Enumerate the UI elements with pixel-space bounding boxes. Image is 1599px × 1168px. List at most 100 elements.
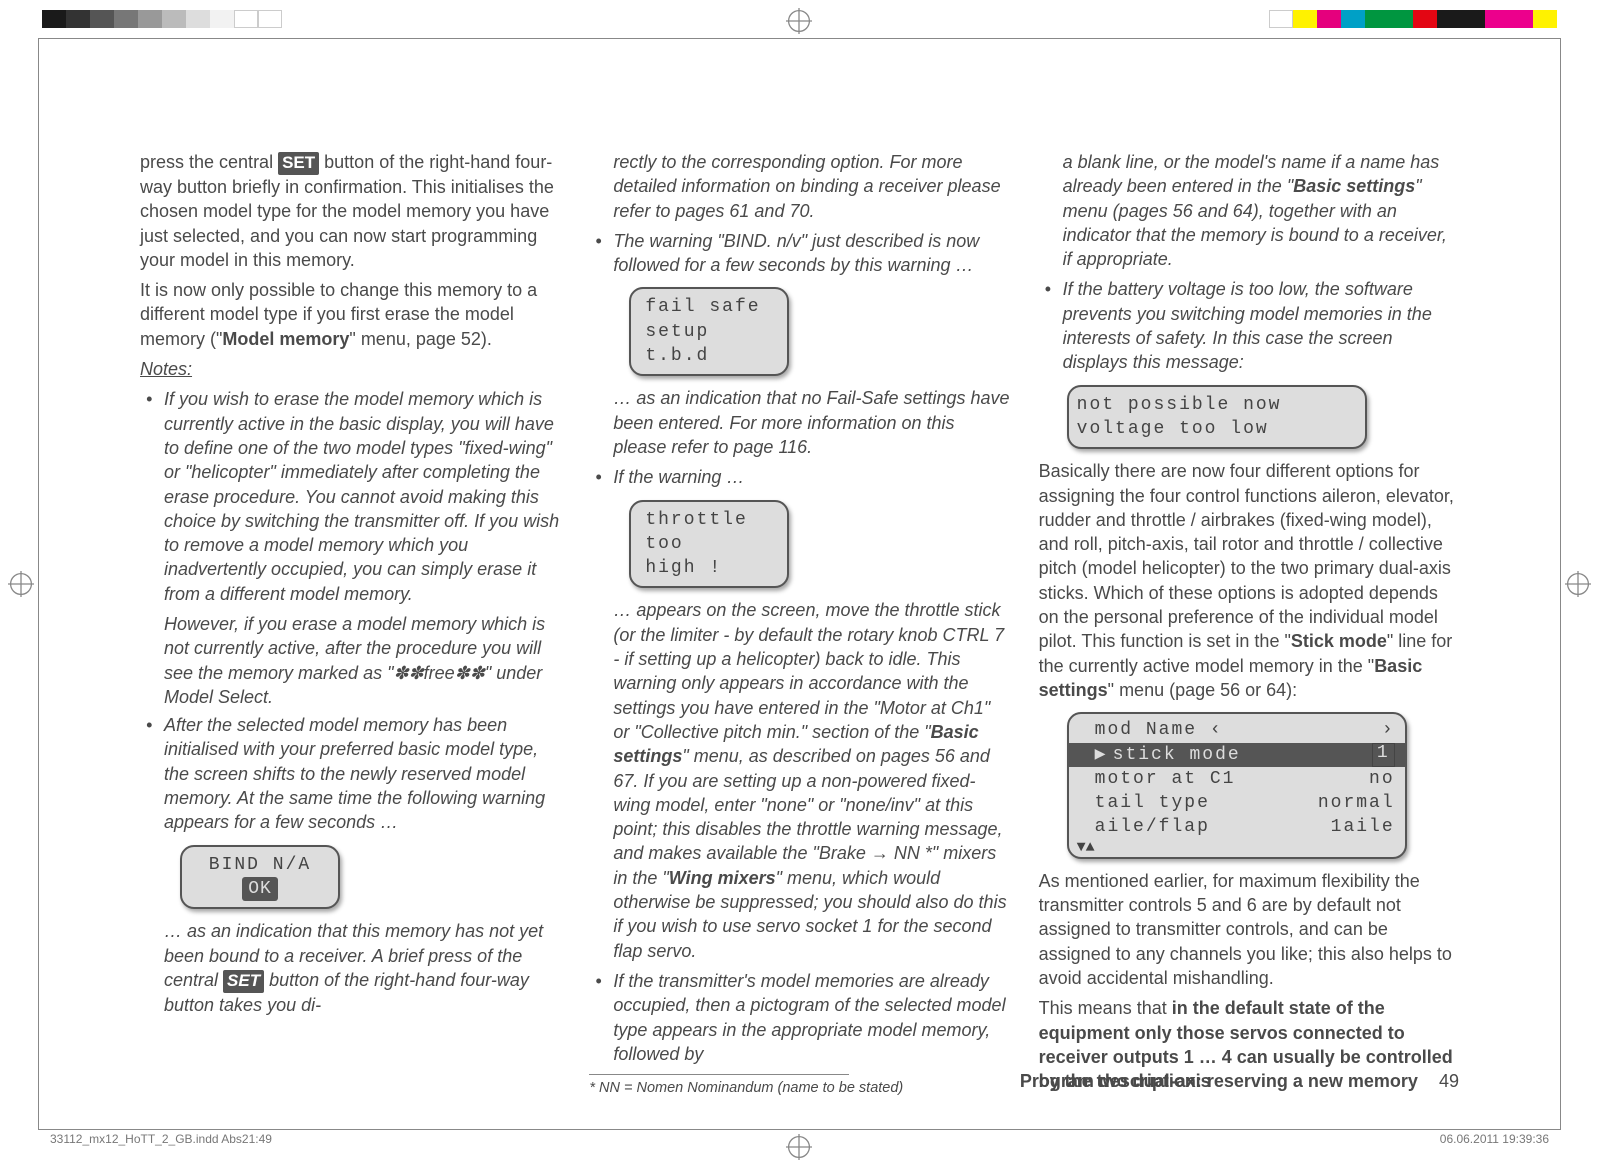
swatch bbox=[1341, 10, 1365, 28]
registration-mark-icon bbox=[1565, 571, 1591, 597]
notes-heading: Notes: bbox=[140, 357, 561, 381]
swatch bbox=[138, 10, 162, 28]
paragraph: As mentioned earlier, for maximum flexib… bbox=[1039, 869, 1460, 990]
page-content: press the central SET button of the righ… bbox=[140, 150, 1460, 1105]
swatch bbox=[234, 10, 258, 28]
paragraph: … as an indication that this memory has … bbox=[140, 919, 561, 1017]
lcd-value: normal bbox=[1318, 791, 1395, 815]
swatch bbox=[258, 10, 282, 28]
colorbar-right bbox=[1269, 10, 1557, 28]
swatch bbox=[1365, 10, 1389, 28]
lcd-basic-settings: mod Name ‹› ▶stick mode1 motor at C1no t… bbox=[1067, 712, 1407, 858]
registration-mark-icon bbox=[786, 1134, 812, 1160]
lcd-line: too bbox=[645, 532, 773, 556]
text: If you wish to erase the model memory wh… bbox=[164, 389, 559, 603]
arrow-right-icon: → bbox=[871, 843, 889, 863]
text: press the central bbox=[140, 152, 278, 172]
swatch bbox=[1293, 10, 1317, 28]
text: This means that bbox=[1039, 998, 1172, 1018]
column-3: a blank line, or the model's name if a n… bbox=[1039, 150, 1460, 1105]
column-1: press the central SET button of the righ… bbox=[140, 150, 561, 1105]
text-bold: Stick mode bbox=[1291, 631, 1387, 651]
swatch bbox=[66, 10, 90, 28]
column-2: rectly to the corresponding option. For … bbox=[589, 150, 1010, 1105]
lcd-value: 1 bbox=[1372, 743, 1395, 767]
swatch bbox=[42, 10, 66, 28]
lcd-value: › bbox=[1382, 718, 1395, 742]
lcd-row: tail type normal bbox=[1077, 791, 1395, 815]
paragraph: It is now only possible to change this m… bbox=[140, 278, 561, 351]
list-item: If the transmitter's model memories are … bbox=[589, 969, 1010, 1066]
lcd-value: 1aile bbox=[1331, 815, 1395, 839]
lcd-line: throttle bbox=[645, 508, 773, 532]
lcd-label: mod Name ‹ bbox=[1095, 720, 1223, 740]
bullet-list: If the warning … bbox=[589, 465, 1010, 489]
text: Basically there are now four different o… bbox=[1039, 461, 1454, 651]
footnote-rule bbox=[589, 1074, 849, 1075]
swatch bbox=[90, 10, 114, 28]
lcd-row: mod Name ‹ › bbox=[1077, 718, 1395, 742]
print-footer-right: 06.06.2011 19:39:36 bbox=[1440, 1132, 1549, 1146]
paragraph: a blank line, or the model's name if a n… bbox=[1039, 150, 1460, 271]
swatch bbox=[210, 10, 234, 28]
lcd-line: fail safe bbox=[645, 295, 773, 319]
bullet-list: If the transmitter's model memories are … bbox=[589, 969, 1010, 1066]
paragraph: rectly to the corresponding option. For … bbox=[589, 150, 1010, 223]
bullet-list: The warning "BIND. n/v" just described i… bbox=[589, 229, 1010, 278]
swatch bbox=[1317, 10, 1341, 28]
lcd-throttle-warning: throttle too high ! bbox=[629, 500, 789, 589]
lcd-ok-chip: OK bbox=[242, 877, 278, 901]
lcd-line: BIND N/A bbox=[196, 853, 324, 877]
notes-list: If you wish to erase the model memory wh… bbox=[140, 387, 561, 834]
registration-mark-icon bbox=[786, 8, 812, 34]
lcd-line: high ! bbox=[645, 556, 773, 580]
lcd-label: tail type bbox=[1095, 793, 1210, 813]
page-number: 49 bbox=[1439, 1071, 1459, 1091]
lcd-line: t.b.d bbox=[645, 344, 773, 368]
lcd-line: voltage too low bbox=[1077, 417, 1353, 441]
lcd-row: aile/flap 1aile bbox=[1077, 815, 1395, 839]
paragraph: press the central SET button of the righ… bbox=[140, 150, 561, 272]
list-item: If the battery voltage is too low, the s… bbox=[1039, 277, 1460, 374]
text: … appears on the screen, move the thrott… bbox=[613, 600, 1004, 741]
footer-title: Program description: reserving a new mem… bbox=[1020, 1071, 1418, 1091]
set-button-chip: SET bbox=[223, 970, 264, 993]
lcd-scroll-arrows-icon: ▼▲ bbox=[1077, 840, 1395, 855]
text-bold: Model memory bbox=[222, 329, 349, 349]
swatch bbox=[1509, 10, 1533, 28]
list-item: If the warning … bbox=[589, 465, 1010, 489]
lcd-label: motor at C1 bbox=[1095, 769, 1236, 789]
text: " menu, page 52). bbox=[349, 329, 491, 349]
colorbar-left bbox=[42, 10, 282, 28]
swatch bbox=[1437, 10, 1461, 28]
list-item: The warning "BIND. n/v" just described i… bbox=[589, 229, 1010, 278]
lcd-failsafe-warning: fail safe setup t.b.d bbox=[629, 287, 789, 376]
print-footer-left: 33112_mx12_HoTT_2_GB.indd Abs21:49 bbox=[50, 1132, 272, 1146]
swatch bbox=[162, 10, 186, 28]
text-bold: Basic settings bbox=[1293, 176, 1415, 196]
swatch bbox=[1533, 10, 1557, 28]
paragraph: Basically there are now four different o… bbox=[1039, 459, 1460, 702]
swatch bbox=[1269, 10, 1293, 28]
footnote: * NN = Nomen Nominandum (name to be stat… bbox=[589, 1079, 1010, 1099]
text: After the selected model memory has been… bbox=[164, 715, 545, 832]
page-footer: Program description: reserving a new mem… bbox=[1020, 1071, 1459, 1092]
swatch bbox=[1413, 10, 1437, 28]
bullet-list: If the battery voltage is too low, the s… bbox=[1039, 277, 1460, 374]
lcd-row: motor at C1no bbox=[1077, 767, 1395, 791]
list-item: After the selected model memory has been… bbox=[140, 713, 561, 834]
lcd-label: stick mode bbox=[1113, 745, 1241, 765]
lcd-label: aile/flap bbox=[1095, 817, 1210, 837]
set-button-chip: SET bbox=[278, 152, 319, 175]
list-item: If you wish to erase the model memory wh… bbox=[140, 387, 561, 709]
swatch bbox=[1485, 10, 1509, 28]
text: However, if you erase a model memory whi… bbox=[164, 612, 561, 709]
paragraph: … appears on the screen, move the thrott… bbox=[589, 598, 1010, 962]
text: " menu (page 56 or 64): bbox=[1108, 680, 1298, 700]
registration-mark-icon bbox=[8, 571, 34, 597]
lcd-line: setup bbox=[645, 320, 773, 344]
lcd-line: not possible now bbox=[1077, 393, 1353, 417]
swatch bbox=[114, 10, 138, 28]
lcd-row-selected: ▶stick mode1 bbox=[1069, 743, 1405, 767]
swatch bbox=[1389, 10, 1413, 28]
